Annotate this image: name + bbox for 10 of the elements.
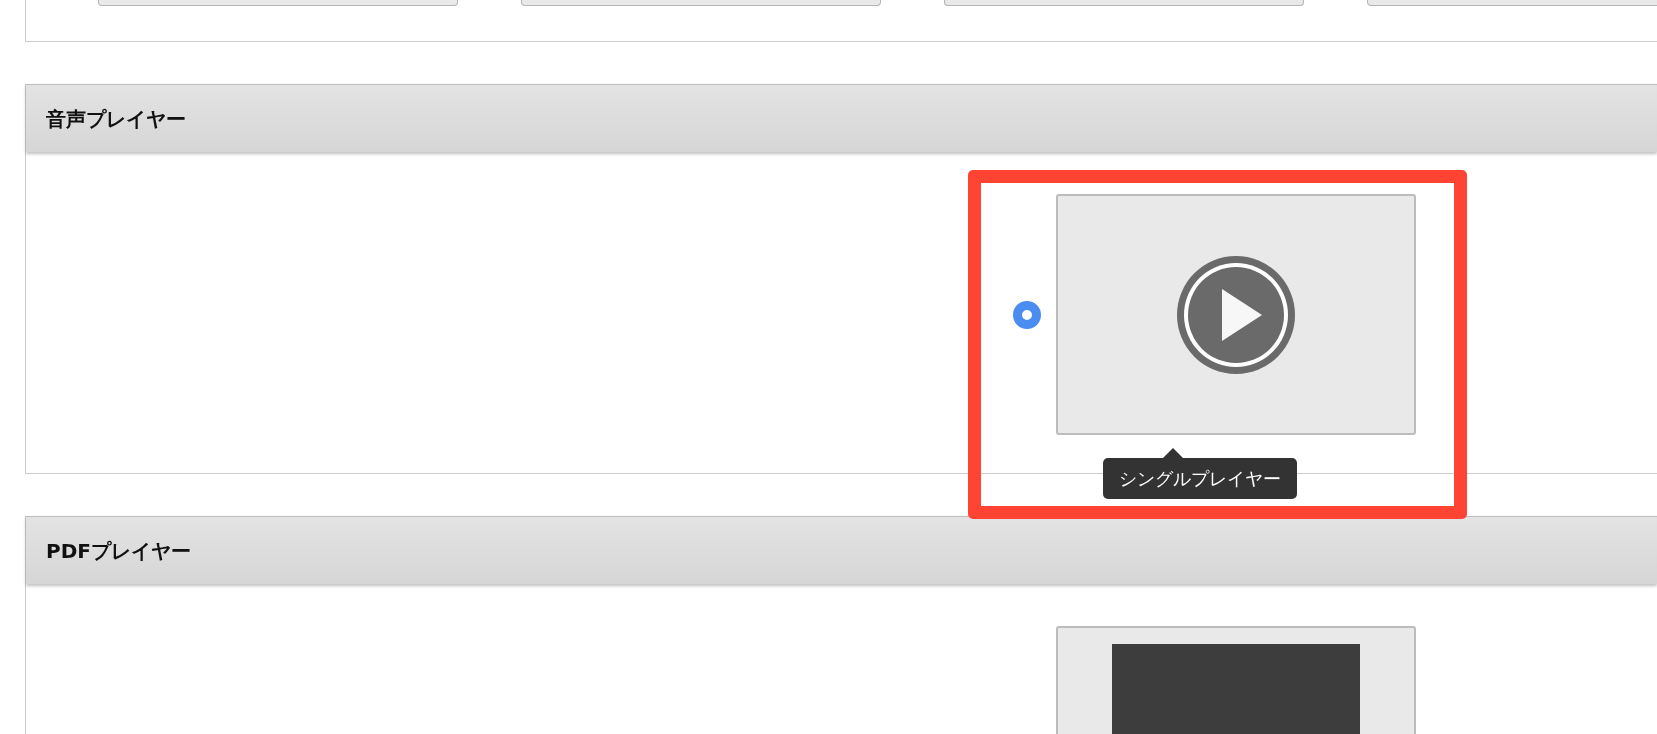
section-title: 音声プレイヤー [46, 105, 186, 133]
thumbnail-frame[interactable] [98, 0, 458, 6]
thumbnail-frame[interactable] [521, 0, 881, 6]
player-thumbnail[interactable] [1056, 194, 1416, 435]
tooltip: シングルプレイヤー [1103, 458, 1297, 499]
thumbnail-frame[interactable] [944, 0, 1304, 6]
section-title: PDFプレイヤー [46, 537, 191, 565]
thumbnail-frame[interactable] [1367, 0, 1657, 6]
play-icon [1176, 254, 1296, 375]
radio-button[interactable] [1013, 300, 1041, 329]
